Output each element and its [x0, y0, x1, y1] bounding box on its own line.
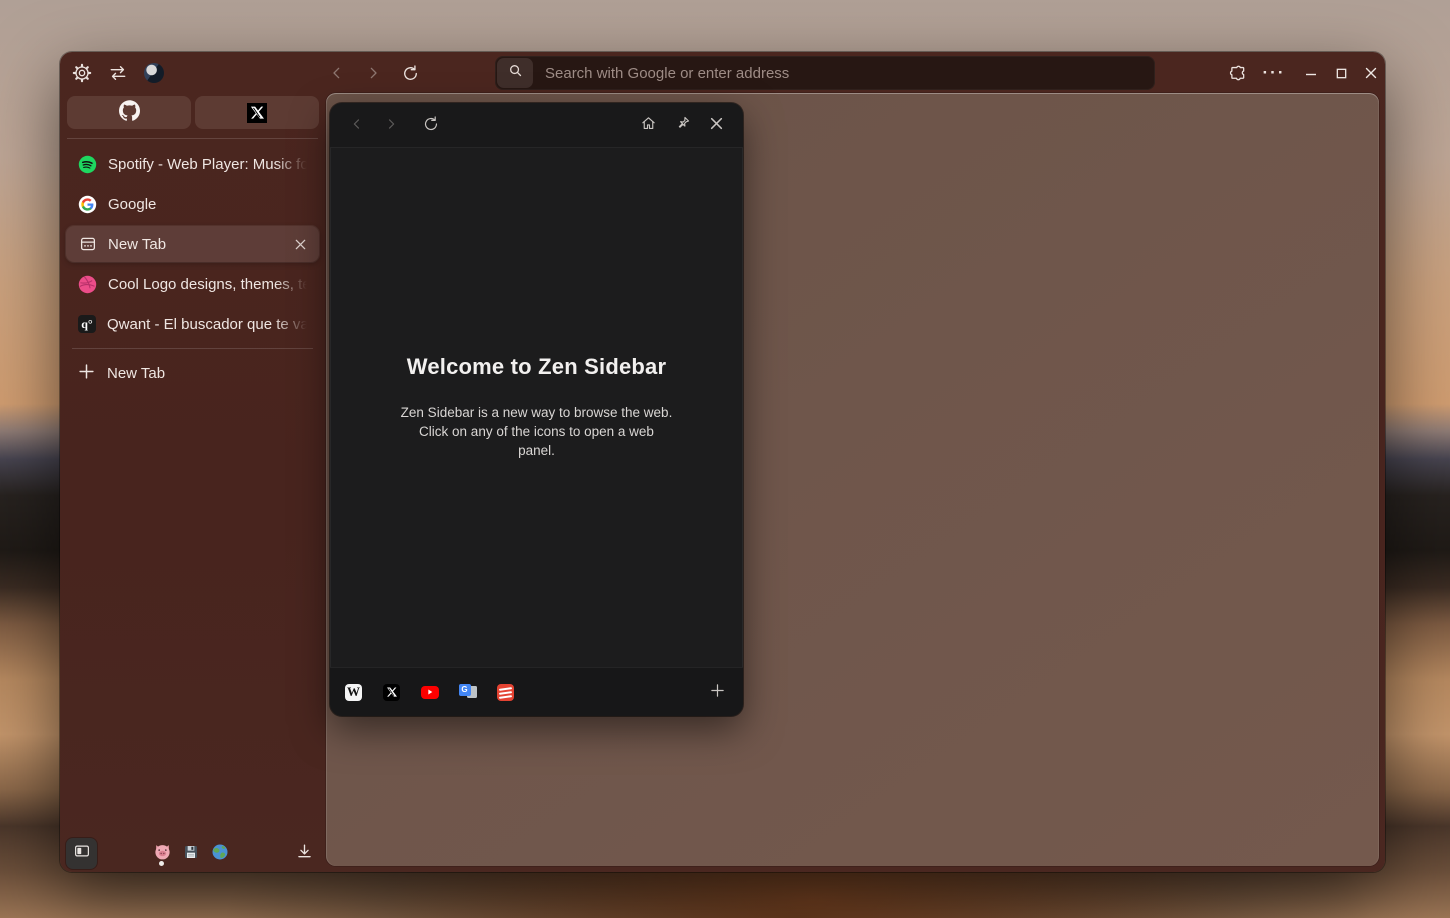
- panel-toolbar: [330, 103, 743, 148]
- panel-description: Zen Sidebar is a new way to browse the w…: [401, 404, 673, 461]
- tab-label: Cool Logo designs, themes, tem: [108, 276, 311, 293]
- reload-icon: [401, 64, 420, 83]
- google-translate-icon: G: [459, 684, 477, 701]
- profile-button[interactable]: [136, 55, 172, 91]
- tab-qwant[interactable]: q° Qwant - El buscador que te valo: [66, 304, 319, 344]
- spotify-icon: [78, 155, 97, 174]
- close-icon: [1364, 66, 1378, 80]
- floppy-disk-icon: [183, 844, 199, 865]
- panel-title: Welcome to Zen Sidebar: [407, 354, 667, 380]
- workspace-switcher-button[interactable]: [100, 55, 136, 91]
- youtube-icon: [421, 686, 439, 699]
- shortcut-todoist[interactable]: [491, 678, 520, 707]
- x-logo-icon: [383, 684, 400, 701]
- maximize-icon: [1335, 67, 1348, 80]
- chevron-right-icon: [365, 65, 381, 81]
- pinned-tab-x[interactable]: [195, 96, 319, 129]
- panel-home-button[interactable]: [631, 108, 665, 142]
- address-input[interactable]: [533, 65, 1155, 82]
- downloads-button[interactable]: [288, 838, 320, 870]
- close-tab-icon[interactable]: [289, 233, 311, 255]
- shortcut-google-translate[interactable]: G: [453, 678, 482, 707]
- tab-label: New Tab: [108, 236, 278, 253]
- minimize-icon: [1304, 66, 1318, 80]
- swap-arrows-icon: [108, 63, 128, 83]
- tab-label: Spotify - Web Player: Music for e: [108, 156, 311, 173]
- gear-icon: [72, 63, 92, 83]
- new-tab-label: New Tab: [107, 365, 165, 382]
- download-icon: [295, 842, 314, 866]
- dribbble-icon: [78, 275, 97, 294]
- url-bar[interactable]: [495, 56, 1155, 90]
- home-icon: [640, 115, 657, 135]
- tabs-divider: [72, 348, 313, 349]
- sidebar-toggle-icon: [73, 842, 91, 865]
- tab-label: Qwant - El buscador que te valo: [107, 316, 311, 333]
- forward-button[interactable]: [355, 55, 391, 91]
- panel-shortcut-bar: W G: [330, 667, 743, 716]
- new-tab-page-icon: [78, 235, 97, 254]
- pinned-divider: [67, 138, 318, 139]
- sidebar-toggle-button[interactable]: [66, 838, 97, 869]
- puzzle-icon: [1228, 64, 1247, 83]
- github-icon: [119, 100, 140, 126]
- extension-globe-button[interactable]: [206, 840, 234, 868]
- tab-google[interactable]: Google: [66, 184, 319, 224]
- x-logo-icon: [247, 103, 267, 123]
- shortcut-wikipedia[interactable]: W: [339, 678, 368, 707]
- profile-avatar-icon: [144, 63, 164, 83]
- wikipedia-icon: W: [345, 684, 362, 701]
- close-window-button[interactable]: [1353, 55, 1389, 91]
- chevron-right-icon: [384, 117, 398, 134]
- extensions-button[interactable]: [1219, 55, 1255, 91]
- tab-spotify[interactable]: Spotify - Web Player: Music for e: [66, 144, 319, 184]
- tab-dribbble[interactable]: Cool Logo designs, themes, tem: [66, 264, 319, 304]
- reload-icon: [422, 115, 440, 136]
- search-icon: [508, 63, 523, 83]
- close-icon: [709, 116, 724, 134]
- qwant-icon: q°: [78, 315, 96, 333]
- tab-new-tab-active[interactable]: New Tab: [66, 226, 319, 262]
- new-tab-button[interactable]: New Tab: [66, 356, 319, 390]
- add-panel-button[interactable]: [700, 675, 734, 709]
- pin-icon: [674, 115, 691, 135]
- shortcut-youtube[interactable]: [415, 678, 444, 707]
- back-button[interactable]: [319, 55, 355, 91]
- chevron-left-icon: [329, 65, 345, 81]
- app-menu-button[interactable]: ···: [1256, 55, 1292, 91]
- panel-reload-button[interactable]: [414, 108, 448, 142]
- panel-forward-button[interactable]: [374, 108, 408, 142]
- panel-welcome: Welcome to Zen Sidebar Zen Sidebar is a …: [330, 148, 743, 667]
- globe-icon: [211, 843, 229, 866]
- extension-notification-dot: [159, 861, 164, 866]
- toolbar: ···: [60, 52, 1385, 94]
- ellipsis-icon: ···: [1263, 63, 1286, 83]
- plus-icon: [710, 683, 725, 701]
- todoist-icon: [497, 684, 514, 701]
- pinned-tab-github[interactable]: [67, 96, 191, 129]
- settings-button[interactable]: [64, 55, 100, 91]
- panel-close-button[interactable]: [699, 108, 733, 142]
- panel-back-button[interactable]: [340, 108, 374, 142]
- extension-floppy-button[interactable]: [177, 840, 205, 868]
- google-icon: [78, 195, 97, 214]
- plus-icon: [78, 363, 95, 384]
- reload-button[interactable]: [392, 55, 428, 91]
- shortcut-x[interactable]: [377, 678, 406, 707]
- tab-label: Google: [108, 196, 311, 213]
- chevron-left-icon: [350, 117, 364, 134]
- browser-window: ···: [60, 52, 1385, 872]
- panel-pin-button[interactable]: [665, 108, 699, 142]
- sidebar: Spotify - Web Player: Music for e Google: [60, 94, 326, 872]
- zen-sidebar-panel: Welcome to Zen Sidebar Zen Sidebar is a …: [330, 103, 743, 716]
- search-chip: [497, 58, 533, 88]
- pinned-tabs: [67, 96, 319, 129]
